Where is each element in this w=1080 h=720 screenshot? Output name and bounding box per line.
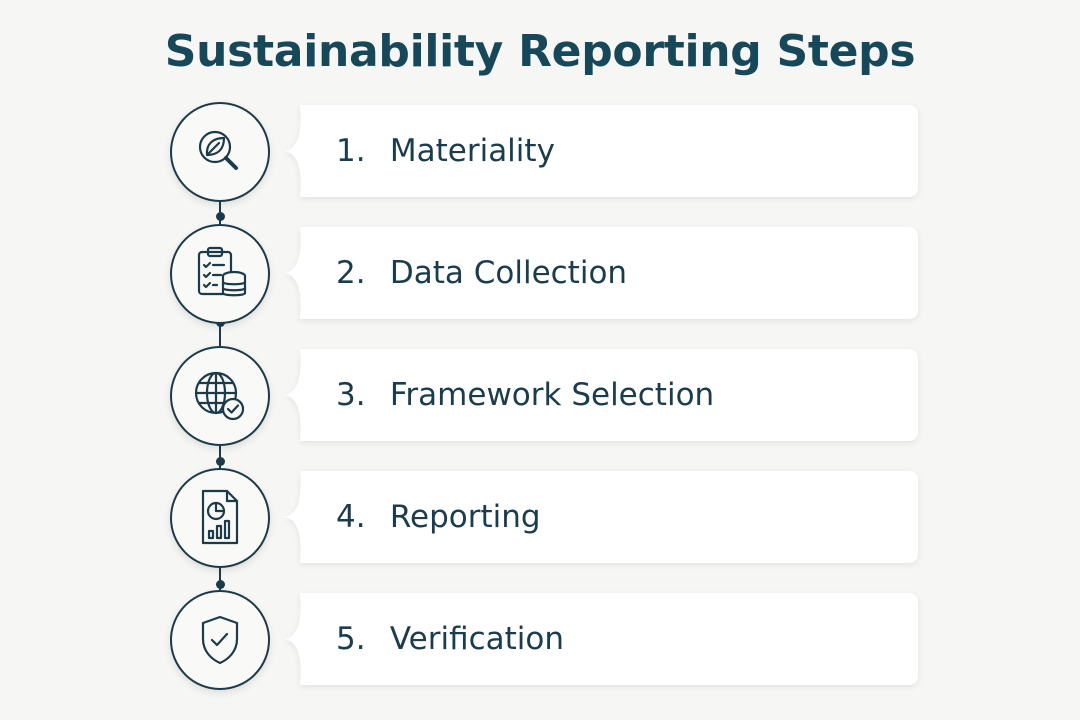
step-label: Data Collection [389,255,628,291]
timeline-dot [215,457,225,466]
step-label: Materiality [389,133,555,169]
step-4-label-row: 4. Reporting [336,471,541,563]
clipboard-database-icon [197,246,247,297]
step-number: 3. [336,377,366,413]
step-number: 4. [336,499,366,535]
step-4-card: 4. Reporting [282,471,918,563]
step-1-icon-circle [170,102,270,202]
step-number: 2. [336,255,366,291]
leaf-magnifier-icon [198,130,238,170]
step-5-card: 5. Verification [282,593,918,685]
step-2-icon-circle [170,224,270,324]
step-5-icon-circle [170,590,270,690]
step-label: Verification [389,621,565,657]
step-1-card: 1. Materiality [282,105,918,197]
step-label: Reporting [389,499,541,535]
step-number: 1. [336,133,366,169]
globe-check-icon [194,371,245,421]
step-5-label-row: 5. Verification [336,593,564,685]
step-3-label-row: 3. Framework Selection [336,349,714,441]
timeline-dot [215,212,225,221]
timeline-dot [215,580,225,589]
step-1-label-row: 1. Materiality [336,105,555,197]
step-3-card: 3. Framework Selection [282,349,918,441]
step-3-icon-circle [170,346,270,446]
shield-check-icon [201,615,239,665]
step-label: Framework Selection [389,377,715,413]
report-document-icon [201,489,239,545]
step-2-card: 2. Data Collection [282,227,918,319]
step-2-label-row: 2. Data Collection [336,227,627,319]
step-4-icon-circle [170,468,270,568]
page-title: Sustainability Reporting Steps [164,26,916,77]
step-number: 5. [336,621,366,657]
